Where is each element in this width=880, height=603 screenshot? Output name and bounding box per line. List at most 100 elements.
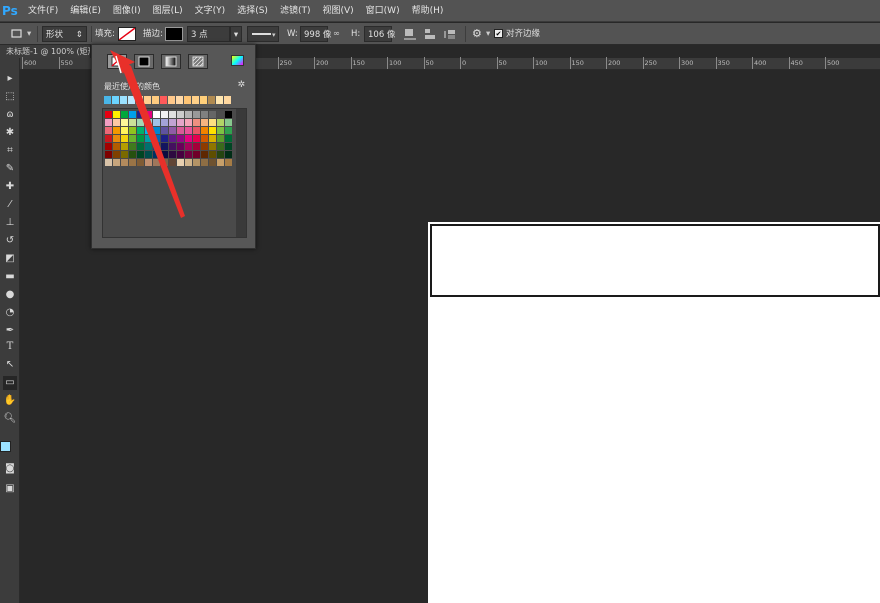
color-swatch[interactable] xyxy=(153,119,161,127)
pen-tool-icon[interactable]: ✒ xyxy=(3,324,17,338)
document-tab[interactable]: 未标题-1 @ 100% (矩形 xyxy=(0,45,90,58)
color-swatch[interactable] xyxy=(169,151,177,159)
recent-color-swatch[interactable] xyxy=(120,96,128,104)
color-swatch[interactable] xyxy=(209,143,217,151)
link-icon[interactable]: ∞ xyxy=(333,26,340,42)
color-swatch[interactable] xyxy=(169,127,177,135)
color-swatch[interactable] xyxy=(193,151,201,159)
color-swatch[interactable] xyxy=(145,151,153,159)
color-picker-icon[interactable] xyxy=(231,55,244,66)
color-swatch[interactable] xyxy=(185,135,193,143)
popup-gear-icon[interactable]: ✲ xyxy=(237,80,245,90)
fill-swatch[interactable] xyxy=(118,27,136,41)
color-swatch[interactable] xyxy=(225,111,233,119)
color-swatch[interactable] xyxy=(121,143,129,151)
color-swatch[interactable] xyxy=(137,159,145,167)
eyedropper-tool-icon[interactable]: ✎ xyxy=(3,162,17,176)
color-swatch[interactable] xyxy=(129,119,137,127)
color-swatch[interactable] xyxy=(185,127,193,135)
color-swatch[interactable] xyxy=(105,111,113,119)
color-swatch[interactable] xyxy=(217,151,225,159)
recent-color-swatch[interactable] xyxy=(160,96,168,104)
color-swatch[interactable] xyxy=(121,119,129,127)
crop-tool-icon[interactable]: ⌗ xyxy=(3,144,17,158)
width-field[interactable]: 998 像 xyxy=(300,26,331,42)
dodge-tool-icon[interactable]: ◔ xyxy=(3,306,17,320)
color-swatch[interactable] xyxy=(153,143,161,151)
menu-help[interactable]: 帮助(H) xyxy=(406,0,450,22)
color-swatch[interactable] xyxy=(169,159,177,167)
color-swatch[interactable] xyxy=(225,135,233,143)
color-swatch[interactable] xyxy=(161,135,169,143)
color-swatch[interactable] xyxy=(217,127,225,135)
color-swatch[interactable] xyxy=(193,127,201,135)
color-swatch[interactable] xyxy=(137,111,145,119)
color-swatch[interactable] xyxy=(201,159,209,167)
color-swatch[interactable] xyxy=(145,111,153,119)
color-swatch[interactable] xyxy=(113,135,121,143)
document-canvas[interactable] xyxy=(428,222,880,603)
color-swatch[interactable] xyxy=(209,159,217,167)
color-swatch[interactable] xyxy=(161,127,169,135)
color-swatch[interactable] xyxy=(137,151,145,159)
gradient-button[interactable] xyxy=(161,54,181,69)
color-swatch[interactable] xyxy=(145,135,153,143)
color-swatch[interactable] xyxy=(217,143,225,151)
quick-mask-icon[interactable]: ◙ xyxy=(3,462,17,476)
color-swatch[interactable] xyxy=(105,151,113,159)
recent-color-swatch[interactable] xyxy=(168,96,176,104)
color-swatch[interactable] xyxy=(105,127,113,135)
color-swatch[interactable] xyxy=(153,159,161,167)
color-swatch[interactable] xyxy=(137,143,145,151)
color-swatch[interactable] xyxy=(193,143,201,151)
color-swatch[interactable] xyxy=(225,127,233,135)
color-swatch[interactable] xyxy=(161,143,169,151)
eraser-tool-icon[interactable]: ◩ xyxy=(3,252,17,266)
recent-color-swatch[interactable] xyxy=(144,96,152,104)
color-swatch[interactable] xyxy=(177,127,185,135)
recent-color-swatch[interactable] xyxy=(224,96,232,104)
color-swatch[interactable] xyxy=(209,151,217,159)
recent-color-swatch[interactable] xyxy=(192,96,200,104)
color-swatch[interactable] xyxy=(209,111,217,119)
color-swatch[interactable] xyxy=(161,151,169,159)
color-swatch[interactable] xyxy=(193,159,201,167)
color-swatch[interactable] xyxy=(201,127,209,135)
color-swatch[interactable] xyxy=(105,135,113,143)
color-swatch[interactable] xyxy=(153,127,161,135)
path-arrangement-icon[interactable] xyxy=(443,27,457,41)
menu-select[interactable]: 选择(S) xyxy=(231,0,274,22)
rectangle-shape[interactable] xyxy=(430,224,880,297)
color-swatch[interactable] xyxy=(145,159,153,167)
recent-color-swatch[interactable] xyxy=(128,96,136,104)
menu-view[interactable]: 视图(V) xyxy=(316,0,359,22)
foreground-color-swatch[interactable] xyxy=(0,441,11,452)
color-swatch[interactable] xyxy=(145,119,153,127)
color-swatch[interactable] xyxy=(161,111,169,119)
recent-color-swatch[interactable] xyxy=(152,96,160,104)
menu-file[interactable]: 文件(F) xyxy=(22,0,64,22)
recent-color-swatch[interactable] xyxy=(136,96,144,104)
recent-color-swatch[interactable] xyxy=(176,96,184,104)
recent-color-swatch[interactable] xyxy=(216,96,224,104)
recent-color-swatch[interactable] xyxy=(208,96,216,104)
color-swatch[interactable] xyxy=(113,111,121,119)
brush-tool-icon[interactable]: ⁄ xyxy=(3,198,17,212)
color-swatch[interactable] xyxy=(177,143,185,151)
height-field[interactable]: 106 像 xyxy=(364,26,395,42)
color-swatch[interactable] xyxy=(193,111,201,119)
menu-edit[interactable]: 编辑(E) xyxy=(64,0,107,22)
color-swatch[interactable] xyxy=(201,143,209,151)
color-swatch[interactable] xyxy=(217,135,225,143)
color-swatch[interactable] xyxy=(225,143,233,151)
color-swatch[interactable] xyxy=(177,159,185,167)
color-swatch[interactable] xyxy=(113,119,121,127)
color-swatch[interactable] xyxy=(153,151,161,159)
color-swatch[interactable] xyxy=(201,151,209,159)
color-swatch[interactable] xyxy=(185,151,193,159)
color-swatch[interactable] xyxy=(169,119,177,127)
color-swatch[interactable] xyxy=(137,135,145,143)
color-swatch[interactable] xyxy=(153,111,161,119)
color-swatch[interactable] xyxy=(225,151,233,159)
color-swatch[interactable] xyxy=(113,159,121,167)
